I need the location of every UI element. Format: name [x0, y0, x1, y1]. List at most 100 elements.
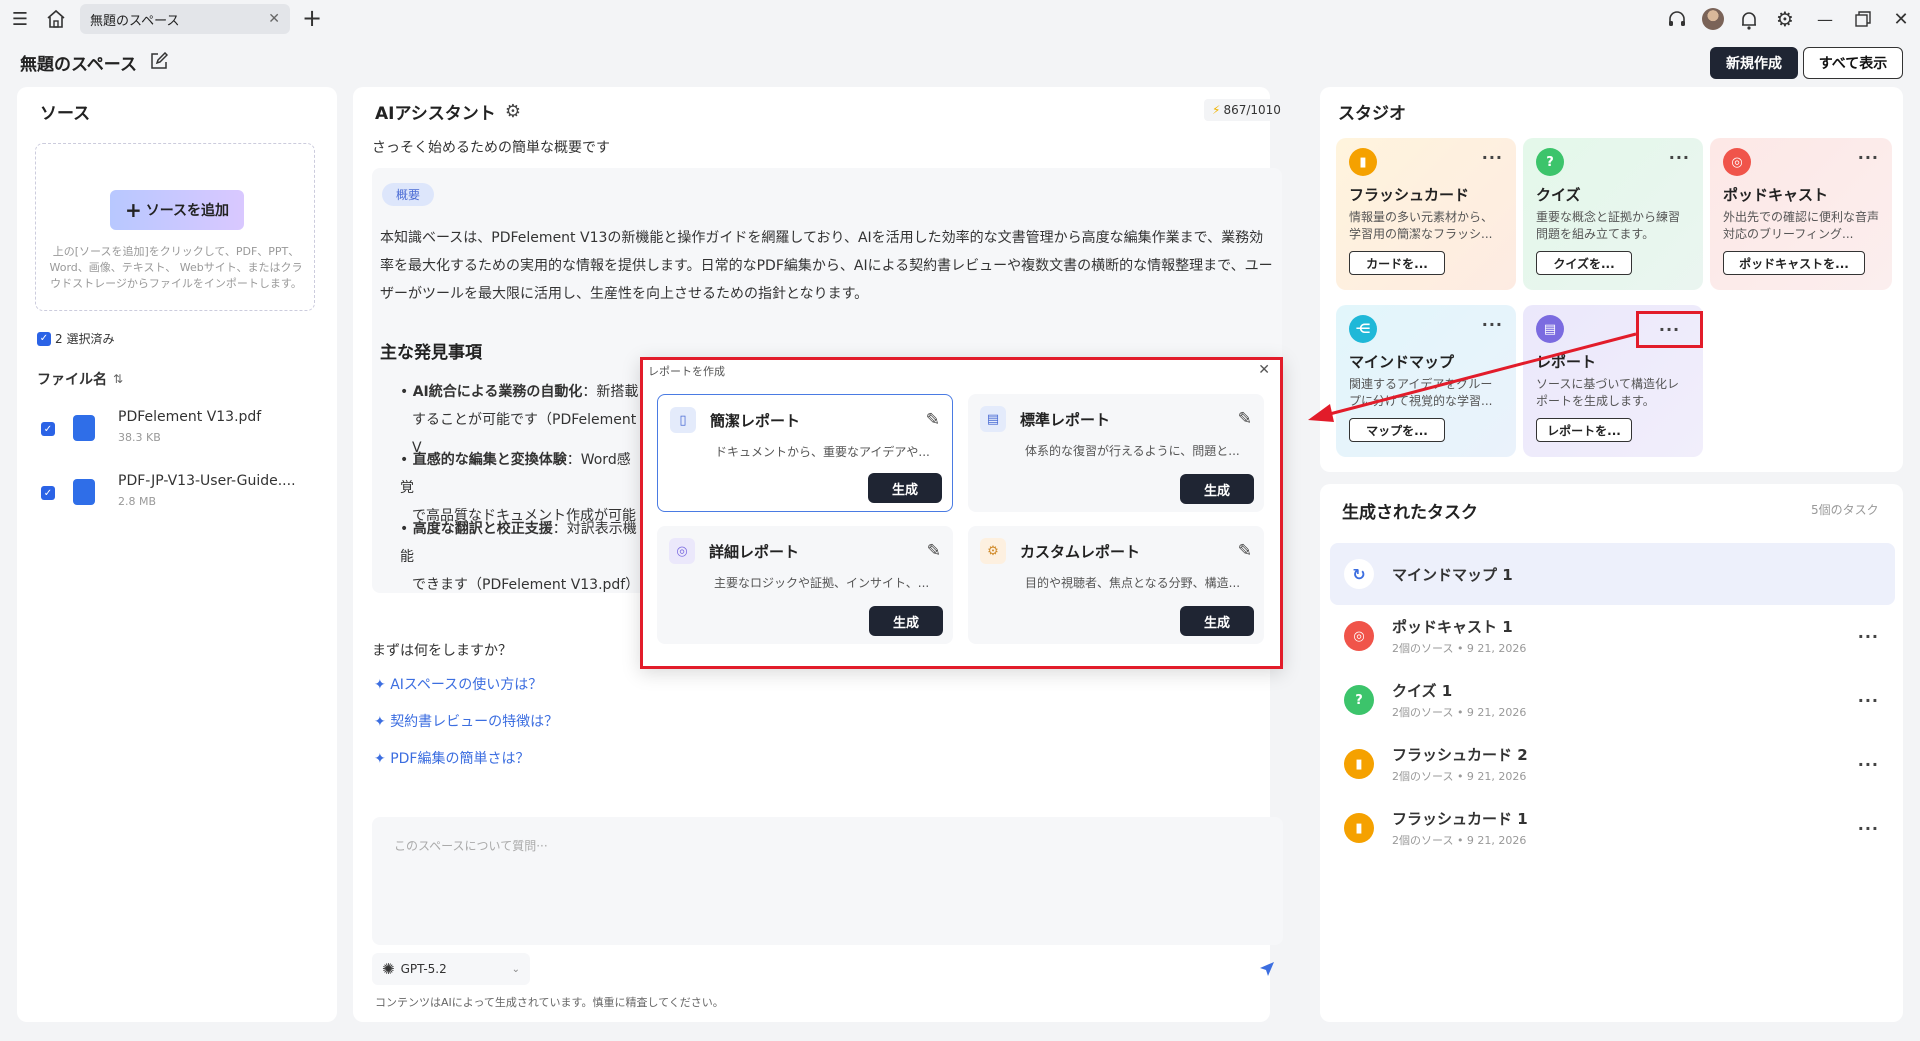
add-source-label: ソースを追加: [145, 203, 230, 219]
report-option-custom[interactable]: ⚙ カスタムレポート ✎ 目的や視聴者、焦点となる分野、構造... 生成: [968, 526, 1264, 644]
generate-button[interactable]: 生成: [1180, 606, 1254, 636]
add-source-dropzone[interactable]: + ソースを追加 上の[ソースを追加]をクリックして、PDF、PPT、Word、…: [35, 143, 315, 311]
suggestion-link[interactable]: ✦ PDF編集の簡単さは？: [374, 748, 529, 768]
file-size: 2.8 MB: [118, 495, 157, 508]
rc-desc: ドキュメントから、重要なアイデアや...: [715, 445, 930, 459]
credits-badge: ⚡ 867/1010: [1204, 99, 1289, 121]
edit-icon[interactable]: ✎: [1238, 409, 1252, 429]
edit-title-icon[interactable]: [148, 50, 170, 72]
task-name: フラッシュカード 1: [1392, 810, 1528, 828]
dialog-title: レポートを作成: [648, 365, 725, 378]
chat-input[interactable]: このスペースについて質問···: [394, 837, 548, 854]
sparkle-icon: ✦: [374, 714, 391, 730]
card-head: ◎ ···: [1723, 148, 1879, 176]
file-checkbox[interactable]: ✓: [41, 486, 55, 500]
gear-icon[interactable]: ⚙: [1774, 7, 1796, 31]
flashcard-icon: ▮: [1349, 148, 1377, 176]
close-window-icon[interactable]: ✕: [1890, 8, 1912, 30]
card-head: ▮ ···: [1349, 148, 1503, 176]
flashcard-icon: ▮: [1344, 813, 1374, 843]
task-item[interactable]: ◎ ポッドキャスト 1 2個のソース • 9 21, 2026 ···: [1330, 606, 1895, 666]
task-item[interactable]: ▮ フラッシュカード 2 2個のソース • 9 21, 2026 ···: [1330, 734, 1895, 794]
target-icon: ◎: [669, 538, 695, 564]
rc-title: 詳細レポート: [709, 542, 800, 561]
gear-icon: ⚙: [980, 538, 1006, 564]
generate-button[interactable]: 生成: [868, 473, 942, 503]
add-source-button[interactable]: + ソースを追加: [110, 190, 244, 230]
card-button[interactable]: クイズを...: [1536, 251, 1632, 275]
more-icon[interactable]: ···: [1858, 148, 1879, 176]
report-option-brief[interactable]: ▯ 簡潔レポート ✎ ドキュメントから、重要なアイデアや... 生成: [657, 394, 953, 512]
book-icon: ▤: [980, 406, 1006, 432]
more-icon[interactable]: ···: [1669, 148, 1690, 176]
suggestion-label: AIスペースの使い方は？: [390, 677, 543, 693]
more-icon[interactable]: ···: [1858, 755, 1879, 774]
new-tab-icon[interactable]: +: [300, 4, 324, 32]
task-text: クイズ 1 2個のソース • 9 21, 2026: [1392, 680, 1526, 720]
task-meta: 2個のソース • 9 21, 2026: [1392, 706, 1527, 719]
studio-title: スタジオ: [1338, 104, 1406, 124]
select-all-checkbox[interactable]: ✓: [37, 331, 51, 346]
new-button[interactable]: 新規作成: [1710, 47, 1798, 79]
edit-icon[interactable]: ✎: [1238, 541, 1252, 561]
create-report-dialog: レポートを作成 ✕ ▯ 簡潔レポート ✎ ドキュメントから、重要なアイデアや..…: [640, 357, 1283, 669]
card-title: クイズ: [1536, 186, 1581, 204]
page-title: 無題のスペース: [20, 55, 137, 75]
task-item[interactable]: ▮ フラッシュカード 1 2個のソース • 9 21, 2026 ···: [1330, 798, 1895, 858]
file-header: ファイル名 ⇅: [37, 369, 123, 389]
close-tab-icon[interactable]: ✕: [268, 11, 280, 27]
studio-card-quiz[interactable]: ? ··· クイズ 重要な概念と証拠から練習問題を組み立てます。 クイズを...: [1523, 138, 1703, 290]
generate-button[interactable]: 生成: [869, 606, 943, 636]
task-item[interactable]: ? クイズ 1 2個のソース • 9 21, 2026 ···: [1330, 670, 1895, 730]
report-option-standard[interactable]: ▤ 標準レポート ✎ 体系的な復習が行えるように、問題と... 生成: [968, 394, 1264, 512]
restore-icon[interactable]: [1852, 8, 1874, 30]
sort-icon[interactable]: ⇅: [113, 372, 123, 386]
report-more-highlight[interactable]: ···: [1636, 311, 1703, 348]
task-item[interactable]: ↻ マインドマップ 1: [1330, 543, 1895, 605]
chat-input-box[interactable]: このスペースについて質問···: [372, 817, 1283, 945]
list-item[interactable]: ✓ PDFelement V13.pdf 38.3 KB: [37, 405, 327, 451]
home-icon[interactable]: [44, 7, 68, 31]
title-bar: ☰ 無題のスペース ✕ + ⚙ — ✕: [0, 0, 1920, 38]
selected-count: 2 選択済み: [55, 332, 115, 346]
plus-icon: +: [124, 198, 142, 222]
file-checkbox[interactable]: ✓: [41, 422, 55, 436]
studio-card-podcast[interactable]: ◎ ··· ポッドキャスト 外出先での確認に便利な音声対応のブリーフィング...…: [1710, 138, 1892, 290]
model-selector[interactable]: ✺ GPT-5.2 ⌄: [372, 953, 530, 985]
lightning-icon: ⚡: [1212, 103, 1221, 117]
loading-icon: ↻: [1344, 559, 1374, 589]
more-icon[interactable]: ···: [1858, 819, 1879, 838]
hamburger-menu-icon[interactable]: ☰: [10, 9, 30, 30]
suggestion-link[interactable]: ✦ 契約書レビューの特徴は？: [374, 711, 558, 731]
flashcard-icon: ▮: [1344, 749, 1374, 779]
bell-icon[interactable]: [1738, 9, 1760, 31]
close-dialog-icon[interactable]: ✕: [1258, 362, 1270, 378]
tab-untitled-space[interactable]: 無題のスペース ✕: [80, 4, 290, 34]
openai-icon: ✺: [382, 960, 395, 978]
card-button[interactable]: カードを...: [1349, 251, 1445, 275]
edit-icon[interactable]: ✎: [927, 541, 941, 561]
more-icon[interactable]: ···: [1659, 320, 1680, 339]
headset-icon[interactable]: [1666, 9, 1688, 31]
more-icon[interactable]: ···: [1858, 627, 1879, 646]
task-text: フラッシュカード 1 2個のソース • 9 21, 2026: [1392, 808, 1528, 848]
studio-card-flashcard[interactable]: ▮ ··· フラッシュカード 情報量の多い元素材から、学習用の簡潔なフラッシ..…: [1336, 138, 1516, 290]
more-icon[interactable]: ···: [1858, 691, 1879, 710]
generate-button[interactable]: 生成: [1180, 474, 1254, 504]
assistant-subtitle: さっそく始めるための簡単な概要です: [372, 140, 610, 156]
suggestion-link[interactable]: ✦ AIスペースの使い方は？: [374, 674, 542, 694]
report-option-detailed[interactable]: ◎ 詳細レポート ✎ 主要なロジックや証拠、インサイト、... 生成: [657, 526, 953, 644]
minimize-icon[interactable]: —: [1814, 8, 1836, 30]
assistant-settings-icon[interactable]: ⚙: [502, 100, 524, 122]
task-meta: 2個のソース • 9 21, 2026: [1392, 834, 1527, 847]
card-button[interactable]: ポッドキャストを...: [1723, 251, 1865, 275]
more-icon[interactable]: ···: [1482, 148, 1503, 176]
send-icon[interactable]: [1256, 958, 1278, 980]
findings-title: 主な発見事項: [380, 343, 482, 363]
finding-item: • 高度な翻訳と校正支援：対訳表示機能 できます（PDFelement V13.…: [400, 515, 640, 599]
edit-icon[interactable]: ✎: [926, 410, 940, 430]
avatar[interactable]: [1702, 8, 1724, 30]
list-item[interactable]: ✓ PDF-JP-V13-User-Guide.... 2.8 MB: [37, 469, 327, 515]
show-all-button[interactable]: すべて表示: [1803, 47, 1903, 79]
rc-title: 標準レポート: [1020, 410, 1111, 429]
